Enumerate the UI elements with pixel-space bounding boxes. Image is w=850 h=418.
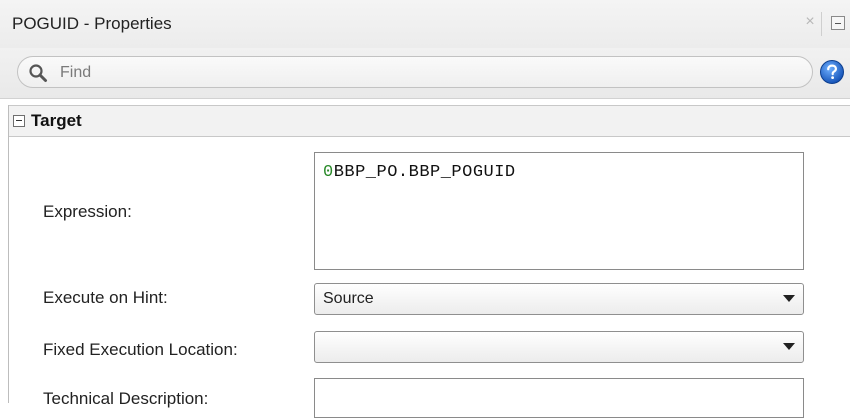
- execute-on-hint-select[interactable]: Source: [314, 283, 804, 315]
- chevron-down-icon: [783, 343, 795, 350]
- close-icon[interactable]: ×: [800, 12, 820, 32]
- section-header-target[interactable]: Target: [9, 105, 850, 137]
- fixed-execution-location-label: Fixed Execution Location:: [43, 340, 238, 359]
- expression-label: Expression:: [43, 202, 132, 221]
- execute-on-hint-label: Execute on Hint:: [43, 288, 168, 307]
- help-icon[interactable]: [819, 59, 845, 85]
- text-cursor-char: 0: [323, 163, 334, 182]
- fixed-execution-location-select[interactable]: [314, 331, 804, 363]
- chevron-down-icon: [783, 295, 795, 302]
- technical-description-field[interactable]: [314, 378, 804, 418]
- search-icon: [29, 64, 47, 82]
- collapse-icon[interactable]: [13, 115, 25, 127]
- expression-field[interactable]: 0BBP_PO.BBP_POGUID: [314, 152, 804, 270]
- find-field[interactable]: [17, 56, 813, 88]
- find-bar: [0, 48, 850, 99]
- window-title: POGUID - Properties: [12, 14, 172, 33]
- technical-description-label: Technical Description:: [43, 389, 209, 408]
- minimize-icon[interactable]: [831, 16, 845, 30]
- execute-on-hint-value: Source: [323, 290, 374, 307]
- section-title: Target: [31, 111, 82, 130]
- title-bar-divider: [821, 12, 822, 36]
- properties-panel: Target Expression: 0BBP_PO.BBP_POGUID Ex…: [8, 105, 850, 418]
- find-input[interactable]: [58, 61, 762, 85]
- title-bar: POGUID - Properties ×: [0, 0, 850, 48]
- expression-value: BBP_PO.BBP_POGUID: [333, 163, 516, 182]
